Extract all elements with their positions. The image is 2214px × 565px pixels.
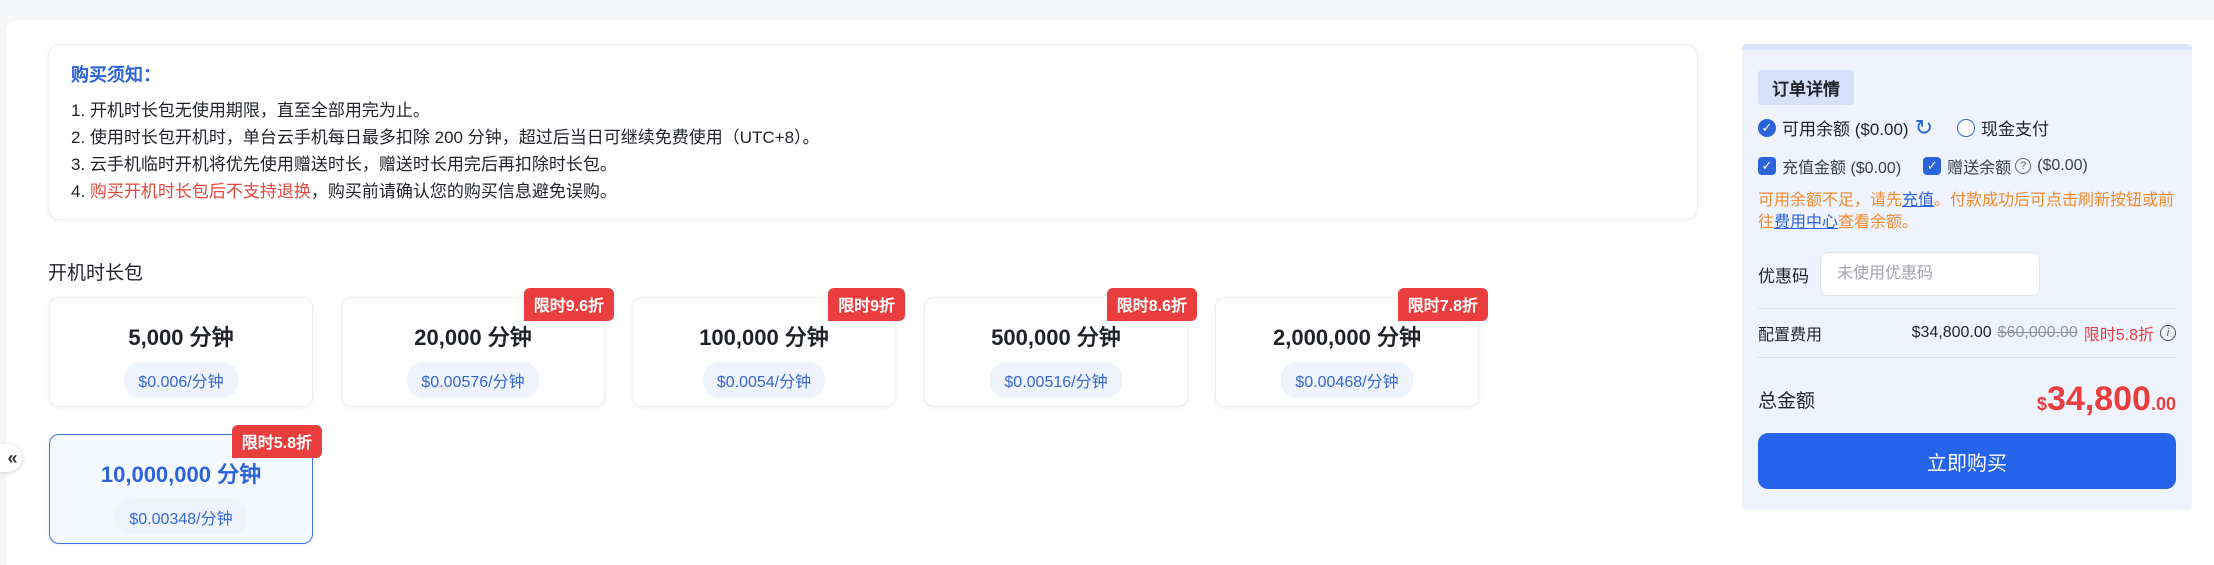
total-label: 总金额 xyxy=(1758,391,1816,412)
notice-line-4-prefix: 4. xyxy=(71,182,90,201)
package-card-100000[interactable]: 限时9折 100,000 分钟 $0.0054/分钟 xyxy=(632,288,905,407)
config-fee-label: 配置费用 xyxy=(1758,327,1823,344)
discount-badge: 限时8.6折 xyxy=(1106,288,1197,321)
discount-badge: 限时7.8折 xyxy=(1397,288,1488,321)
payment-options: ✓ 可用余额 ($0.00) ↻ 现金支付 xyxy=(1758,115,2176,140)
section-title: 开机时长包 xyxy=(48,263,144,284)
config-fee-original-price: $60,000.00 xyxy=(1997,324,2078,341)
notice-line-4: 4. 购买开机时长包后不支持退换，购买前请确认您的购买信息避免误购。 xyxy=(71,178,1675,205)
coupon-row: 优惠码 xyxy=(1758,252,2176,296)
buy-now-button[interactable]: 立即购买 xyxy=(1758,433,2176,489)
total-integer: 34,800 xyxy=(2046,380,2151,418)
order-details-title: 订单详情 xyxy=(1758,70,1854,105)
warning-text-3: 查看余额。 xyxy=(1838,214,1919,231)
coupon-input[interactable] xyxy=(1820,252,2040,296)
billing-center-link[interactable]: 费用中心 xyxy=(1774,214,1838,231)
gift-balance-label: 赠送余额 xyxy=(1947,160,2012,177)
package-name: 500,000 分钟 xyxy=(991,325,1121,350)
divider xyxy=(1758,308,2176,309)
order-details-panel: 订单详情 ✓ 可用余额 ($0.00) ↻ 现金支付 ✓ 充值金额 ($0.00… xyxy=(1742,44,2192,510)
check-icon: ✓ xyxy=(1761,158,1773,173)
discount-badge: 限时9.6折 xyxy=(523,288,614,321)
cash-payment-label: 现金支付 xyxy=(1981,120,2050,139)
notice-line-4-suffix: ，购买前请确认您的购买信息避免误购。 xyxy=(310,182,617,201)
total-decimal: .00 xyxy=(2150,394,2176,414)
insufficient-balance-warning: 可用余额不足，请先充值。付款成功后可点击刷新按钮或前往费用中心查看余额。 xyxy=(1758,190,2178,234)
package-name: 2,000,000 分钟 xyxy=(1273,325,1421,350)
balance-sub-options: ✓ 充值金额 ($0.00) ✓ 赠送余额 ? ($0.00) xyxy=(1758,154,2176,178)
purchase-notice: 购买须知： 1. 开机时长包无使用期限，直至全部用完为止。 2. 使用时长包开机… xyxy=(48,44,1698,220)
notice-line-3: 3. 云手机临时开机将优先使用赠送时长，赠送时长用完后再扣除时长包。 xyxy=(71,155,617,174)
config-fee-row: 配置费用 $34,800.00 $60,000.00 限时5.8折 i xyxy=(1758,321,2176,345)
cash-payment-radio[interactable] xyxy=(1957,118,1976,137)
discount-badge: 限时5.8折 xyxy=(231,425,322,458)
question-circle-icon[interactable]: ? xyxy=(2015,158,2032,174)
coupon-label: 优惠码 xyxy=(1758,266,1809,286)
config-fee-discount: 限时5.8折 xyxy=(2083,327,2154,344)
package-card-2000000[interactable]: 限时7.8折 2,000,000 分钟 $0.00468/分钟 xyxy=(1215,288,1488,407)
recharge-checkbox[interactable]: ✓ xyxy=(1758,157,1776,175)
package-unit-price: $0.006/分钟 xyxy=(124,362,238,398)
discount-badge: 限时9折 xyxy=(828,288,905,321)
package-unit-price: $0.00348/分钟 xyxy=(115,499,247,535)
config-fee-price: $34,800.00 xyxy=(1911,324,1992,341)
balance-checkbox[interactable]: ✓ xyxy=(1758,118,1776,137)
total-amount: $34,800.00 xyxy=(2037,380,2176,419)
total-currency: $ xyxy=(2036,394,2047,414)
notice-title: 购买须知： xyxy=(71,65,161,85)
package-name: 20,000 分钟 xyxy=(414,325,532,350)
notice-line-1: 1. 开机时长包无使用期限，直至全部用完为止。 xyxy=(71,101,430,120)
package-unit-price: $0.00468/分钟 xyxy=(1281,362,1413,398)
check-icon: ✓ xyxy=(1761,119,1773,135)
recharge-link[interactable]: 充值 xyxy=(1902,192,1934,209)
config-fee-values: $34,800.00 $60,000.00 限时5.8折 i xyxy=(1912,321,2176,345)
check-icon: ✓ xyxy=(1926,158,1938,173)
notice-line-2: 2. 使用时长包开机时，单台云手机每日最多扣除 200 分钟，超过后当日可继续免… xyxy=(71,128,820,147)
package-name: 100,000 分钟 xyxy=(699,325,829,350)
warning-text-1: 可用余额不足，请先 xyxy=(1758,192,1903,209)
package-card-20000[interactable]: 限时9.6折 20,000 分钟 $0.00576/分钟 xyxy=(341,288,614,407)
refresh-icon[interactable]: ↻ xyxy=(1915,116,1933,138)
balance-label: 可用余额 ($0.00) xyxy=(1782,120,1909,139)
recharge-amount-label: 充值金额 ($0.00) xyxy=(1782,160,1902,177)
package-card-5000[interactable]: 5,000 分钟 $0.006/分钟 xyxy=(49,297,313,407)
package-name: 10,000,000 分钟 xyxy=(100,462,262,487)
gift-balance-amount: ($0.00) xyxy=(2037,157,2088,174)
total-row: 总金额 $34,800.00 xyxy=(1758,380,2176,419)
double-chevron-left-icon: « xyxy=(7,447,17,468)
package-card-10000000[interactable]: 限时5.8折 10,000,000 分钟 $0.00348/分钟 xyxy=(49,425,322,544)
gift-balance-checkbox[interactable]: ✓ xyxy=(1923,157,1942,175)
package-card-500000[interactable]: 限时8.6折 500,000 分钟 $0.00516/分钟 xyxy=(924,288,1197,407)
package-unit-price: $0.0054/分钟 xyxy=(702,362,826,398)
divider xyxy=(1758,357,2176,358)
package-unit-price: $0.00576/分钟 xyxy=(407,362,539,398)
package-name: 5,000 分钟 xyxy=(128,325,234,350)
package-unit-price: $0.00516/分钟 xyxy=(990,362,1122,398)
notice-no-refund-warning: 购买开机时长包后不支持退换 xyxy=(89,182,311,201)
info-circle-icon[interactable]: i xyxy=(2160,325,2176,341)
